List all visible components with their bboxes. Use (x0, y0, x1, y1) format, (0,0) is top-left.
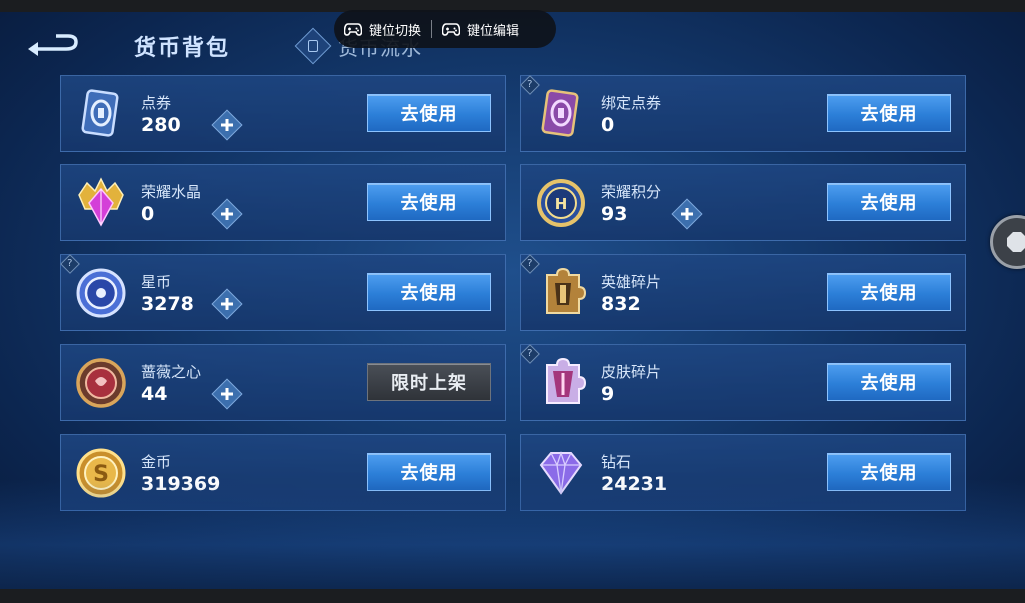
currency-name: 荣耀水晶 (141, 183, 202, 201)
use-button[interactable]: 去使用 (827, 363, 951, 401)
back-arrow-icon[interactable] (26, 32, 80, 58)
currency-bag-screen: 货币背包 货币流水 点券280去使用?绑定点券0去使用荣耀水晶0去使用H荣耀积分… (0, 12, 1025, 589)
ledger-icon (294, 27, 332, 65)
use-button[interactable]: 去使用 (367, 183, 491, 221)
key-switch-button[interactable]: 键位切换 (344, 20, 421, 39)
add-currency-button[interactable] (211, 378, 243, 410)
currency-name: 金币 (141, 453, 172, 471)
key-switch-label: 键位切换 (369, 23, 422, 39)
rose-heart-icon (73, 355, 129, 411)
toolbar-divider (431, 20, 433, 38)
currency-amount: 319369 (141, 473, 221, 495)
page-title: 货币背包 (134, 36, 231, 61)
gold-coin-icon: S (73, 445, 129, 501)
currency-card: 蔷薇之心 44 限时上架 (60, 344, 506, 421)
currency-name: 英雄碎片 (601, 273, 662, 291)
currency-card: ? 英雄碎片 832 去使用 (520, 254, 966, 331)
currency-card: 点券 280 去使用 (60, 75, 506, 152)
currency-amount: 9 (601, 383, 615, 405)
coupon-card-icon (73, 86, 129, 142)
currency-card: 钻石 24231 去使用 (520, 434, 966, 511)
currency-name: 星币 (141, 273, 172, 291)
hero-fragment-icon (533, 265, 589, 321)
currency-name: 绑定点券 (601, 94, 662, 112)
key-edit-button[interactable]: 键位编辑 (442, 20, 519, 39)
currency-card: ? 皮肤碎片 9 去使用 (520, 344, 966, 421)
currency-name: 钻石 (601, 453, 632, 471)
skin-fragment-icon (533, 355, 589, 411)
use-button[interactable]: 去使用 (827, 94, 951, 132)
currency-amount: 24231 (601, 473, 668, 495)
use-button[interactable]: 去使用 (827, 453, 951, 491)
gamepad-icon (442, 23, 461, 36)
use-button[interactable]: 去使用 (367, 453, 491, 491)
currency-amount: 280 (141, 114, 181, 136)
svg-text:H: H (555, 195, 568, 213)
currency-card: ? 星币 3278 去使用 (60, 254, 506, 331)
gamepad-icon (344, 23, 362, 36)
use-button[interactable]: 去使用 (827, 183, 951, 221)
add-currency-button[interactable] (671, 198, 703, 230)
currency-name: 点券 (141, 94, 172, 112)
add-currency-button[interactable] (211, 288, 243, 320)
use-button[interactable]: 去使用 (827, 273, 951, 311)
currency-card: ? 绑定点券 0 去使用 (520, 75, 966, 152)
currency-card: 荣耀水晶 0 去使用 (60, 164, 506, 241)
use-button[interactable]: 去使用 (367, 273, 491, 311)
currency-name: 蔷薇之心 (141, 363, 202, 381)
currency-card: H 荣耀积分 93 去使用 (520, 164, 966, 241)
use-button[interactable]: 去使用 (367, 94, 491, 132)
add-currency-button[interactable] (211, 109, 243, 141)
add-currency-button[interactable] (211, 198, 243, 230)
currency-card: S 金币 319369 去使用 (60, 434, 506, 511)
currency-amount: 0 (141, 203, 155, 225)
bound-coupon-card-icon (533, 86, 589, 142)
currency-amount: 832 (601, 293, 641, 315)
currency-name: 皮肤碎片 (601, 363, 662, 381)
svg-text:S: S (93, 462, 109, 487)
currency-name: 荣耀积分 (601, 183, 662, 201)
currency-amount: 3278 (141, 293, 194, 315)
floating-assist-button[interactable] (990, 215, 1025, 269)
key-edit-label: 键位编辑 (467, 23, 520, 39)
keymap-toolbar: 键位切换 键位编辑 (334, 10, 556, 48)
currency-amount: 0 (601, 114, 615, 136)
diamond-icon (533, 445, 589, 501)
currency-amount: 93 (601, 203, 628, 225)
glory-crystal-icon (73, 175, 129, 231)
star-coin-icon (73, 265, 129, 321)
currency-amount: 44 (141, 383, 168, 405)
glory-points-icon: H (533, 175, 589, 231)
limited-time-button[interactable]: 限时上架 (367, 363, 491, 401)
